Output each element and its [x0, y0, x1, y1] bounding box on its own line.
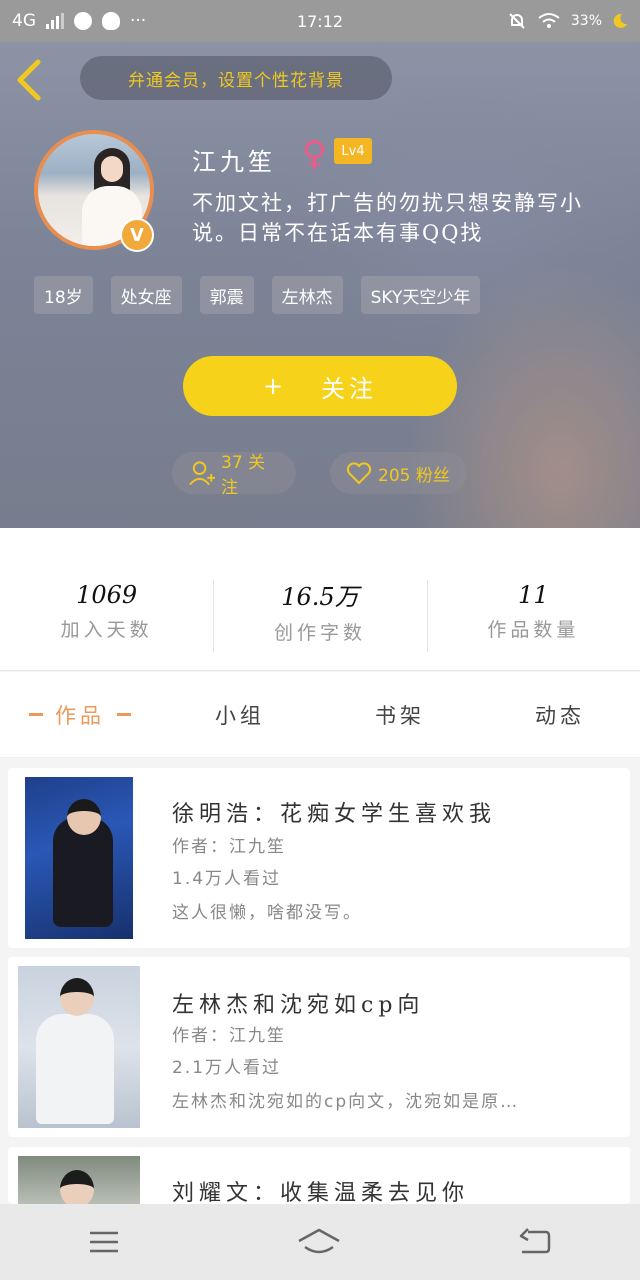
fans-count: 205 粉丝 — [378, 465, 450, 486]
cover-figure-head — [60, 1170, 94, 1204]
heart-icon — [346, 462, 372, 485]
verified-badge: V — [120, 218, 154, 252]
book-description: 这人很懒，啥都没写。 — [172, 903, 362, 923]
stat-label: 创作字数 — [273, 622, 366, 644]
profile-tabs: 作品 小组 书架 动态 — [0, 672, 640, 758]
back-button[interactable] — [14, 58, 54, 102]
system-nav-bar — [0, 1204, 640, 1280]
book-description: 左林杰和沈宛如的cp向文，沈宛如是原… — [172, 1092, 520, 1112]
plus-icon: + — [262, 372, 288, 400]
battery-level: 33% — [570, 13, 602, 29]
fans-count-button[interactable]: 205 粉丝 — [330, 452, 467, 494]
level-badge: Lv4 — [334, 138, 372, 164]
cover-figure — [36, 1014, 114, 1124]
book-card[interactable]: 刘耀文：收集温柔去见你 — [8, 1147, 630, 1204]
book-author: 作者：江九笙 — [172, 837, 286, 857]
cover-figure-head — [60, 978, 94, 1016]
cover-figure-head — [67, 799, 101, 835]
tab-indicator-left — [29, 713, 43, 716]
back-nav-button[interactable] — [518, 1228, 552, 1256]
home-icon — [298, 1228, 340, 1254]
stat-value: 11 — [518, 580, 549, 609]
book-author: 作者：江九笙 — [172, 1026, 286, 1046]
stat-label: 作品数量 — [487, 618, 580, 641]
book-card[interactable]: 左林杰和沈宛如cp向 作者：江九笙 2.1万人看过 左林杰和沈宛如的cp向文，沈… — [8, 957, 630, 1137]
tag-idol-1: 郭震 — [199, 276, 254, 314]
tab-label: 书架 — [375, 703, 425, 728]
stat-value: 16.5万 — [281, 583, 359, 611]
user-bio: 不加文社，打广告的勿扰只想安静写小说。日常不在话本有事QQ找 — [192, 191, 583, 245]
tab-bookshelf[interactable]: 书架 — [320, 672, 480, 757]
stats-panel: 1069 加入天数 16.5万 创作字数 11 作品数量 — [0, 528, 640, 671]
browser-icon — [74, 12, 92, 30]
tag-age: 18岁 — [34, 276, 93, 314]
profile-header: 弁通会员，设置个性花背景 V 江九笙 ♀ Lv4 不加文社，打广告的勿扰只想安静… — [0, 42, 640, 528]
book-title: 刘耀文：收集温柔去见你 — [172, 1181, 470, 1204]
stat-value: 1069 — [76, 580, 138, 609]
home-button[interactable] — [297, 1227, 341, 1257]
set-background-button[interactable]: 弁通会员，设置个性花背景 — [80, 56, 392, 100]
stat-works-count: 11 作品数量 — [426, 528, 640, 670]
network-type: 4G — [12, 11, 36, 31]
profile-tags: 18岁 处女座 郭震 左林杰 SKY天空少年 — [34, 276, 481, 314]
gender-female-icon: ♀ — [302, 134, 327, 174]
book-card[interactable]: 徐明浩：花痴女学生喜欢我 作者：江九笙 1.4万人看过 这人很懒，啥都没写。 — [8, 768, 630, 948]
tab-label: 动态 — [535, 703, 585, 728]
return-icon — [519, 1228, 550, 1254]
chevron-left-icon — [17, 59, 41, 101]
tag-idol-2: 左林杰 — [271, 276, 343, 314]
wifi-icon — [538, 13, 560, 28]
stat-days-joined: 1069 加入天数 — [0, 528, 213, 670]
mute-bell-icon — [509, 13, 525, 29]
follow-button[interactable]: + 关注 — [183, 356, 457, 416]
follow-button-label: 关注 — [321, 374, 378, 403]
tab-groups[interactable]: 小组 — [160, 672, 320, 757]
book-title: 左林杰和沈宛如cp向 — [172, 993, 425, 1018]
tag-group: SKY天空少年 — [360, 276, 481, 314]
avatar-face — [101, 156, 123, 182]
tab-label: 小组 — [215, 703, 265, 728]
status-bar: 4G ··· 17:12 33% — [0, 0, 640, 42]
stat-label: 加入天数 — [60, 618, 153, 641]
tag-zodiac: 处女座 — [110, 276, 182, 314]
tab-works[interactable]: 作品 — [0, 672, 160, 757]
more-notifications-icon: ··· — [130, 11, 147, 31]
following-count-button[interactable]: 37 关注 — [172, 452, 296, 498]
moon-icon — [613, 13, 627, 28]
book-views: 2.1万人看过 — [172, 1058, 282, 1078]
book-title: 徐明浩：花痴女学生喜欢我 — [172, 802, 497, 827]
book-cover-image — [25, 777, 133, 939]
menu-icon — [90, 1231, 119, 1253]
menu-button[interactable] — [88, 1229, 120, 1255]
book-views: 1.4万人看过 — [172, 869, 282, 889]
book-cover-image — [18, 966, 140, 1128]
stat-word-count: 16.5万 创作字数 — [213, 528, 426, 670]
following-count: 37 关注 — [221, 453, 266, 498]
tab-label: 作品 — [55, 703, 105, 728]
tab-moments[interactable]: 动态 — [480, 672, 640, 757]
book-cover-image — [18, 1156, 140, 1204]
tab-indicator-right — [117, 713, 131, 716]
signal-icon — [46, 13, 64, 29]
username: 江九笙 — [192, 148, 276, 176]
add-person-icon — [189, 461, 216, 486]
qq-icon — [102, 12, 120, 30]
